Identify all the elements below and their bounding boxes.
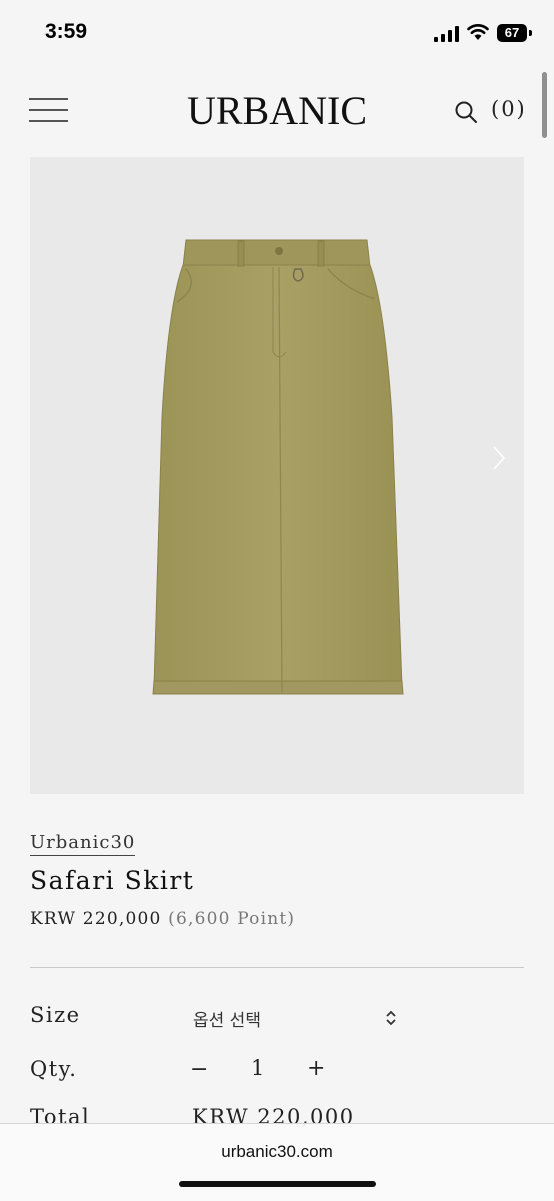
price-line: KRW 220,000 (6,600 Point) xyxy=(30,909,295,929)
status-bar: 3:59 67 xyxy=(0,0,554,70)
product-points: (6,600 Point) xyxy=(168,909,296,929)
battery-icon: 67 xyxy=(497,24,527,42)
brand-link[interactable]: Urbanic30 xyxy=(30,832,136,856)
chevron-up-down-icon xyxy=(386,1010,396,1026)
size-label: Size xyxy=(30,1003,81,1027)
battery-tip xyxy=(529,30,532,36)
divider xyxy=(30,967,524,968)
next-image-icon[interactable] xyxy=(492,445,506,471)
qty-decrement-button[interactable]: − xyxy=(190,1057,208,1082)
cart-count-button[interactable]: (0) xyxy=(491,97,527,121)
skirt-illustration xyxy=(152,239,404,695)
home-indicator[interactable] xyxy=(179,1181,376,1187)
wifi-icon xyxy=(467,24,489,40)
browser-url-bar[interactable]: urbanic30.com xyxy=(0,1123,554,1201)
qty-increment-button[interactable]: + xyxy=(307,1056,325,1081)
product-price: KRW 220,000 xyxy=(30,909,162,929)
size-select[interactable]: 옵션 선택 xyxy=(193,1004,398,1032)
url-text[interactable]: urbanic30.com xyxy=(0,1142,554,1162)
qty-label: Qty. xyxy=(30,1057,78,1081)
search-icon[interactable] xyxy=(454,100,478,124)
qty-value: 1 xyxy=(251,1056,265,1080)
site-header: URBANIC (0) xyxy=(0,75,554,145)
size-select-value: 옵션 선택 xyxy=(193,1011,261,1031)
product-image[interactable] xyxy=(30,157,524,794)
product-title: Safari Skirt xyxy=(30,866,195,895)
cellular-signal-icon xyxy=(434,26,459,42)
status-time: 3:59 xyxy=(45,20,88,43)
